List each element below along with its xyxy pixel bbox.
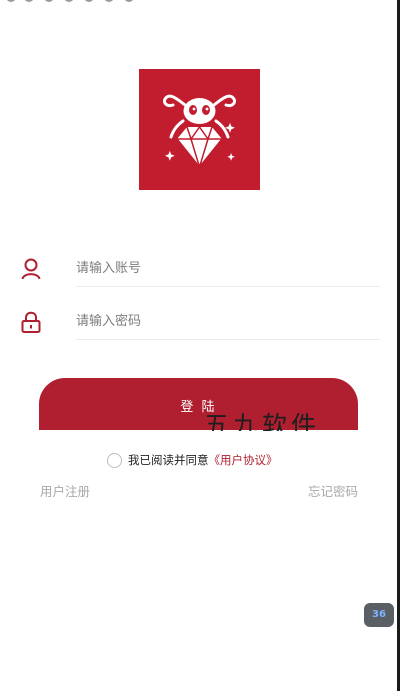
- status-icon: [84, 0, 94, 2]
- agreement-link[interactable]: 《用户协议》: [209, 452, 278, 468]
- status-icon: [24, 0, 34, 2]
- status-icon: [64, 0, 74, 2]
- status-bar: [0, 0, 400, 6]
- password-input[interactable]: [76, 304, 380, 340]
- status-icon: [124, 0, 134, 2]
- status-icon: [104, 0, 114, 2]
- account-field: [20, 251, 380, 287]
- agreement-row: 我已阅读并同意 《用户协议》: [107, 451, 278, 469]
- login-screen: 登 陆 五九软件 我已阅读并同意 《用户协议》 用户注册 忘记密码 36: [0, 0, 400, 691]
- agreement-checkbox[interactable]: [107, 452, 122, 468]
- ant-diamond-logo-icon: [163, 94, 236, 170]
- user-icon: [20, 257, 42, 281]
- account-input[interactable]: [76, 251, 380, 287]
- overlay-cut: [39, 430, 358, 438]
- floating-badge[interactable]: 36: [364, 603, 394, 627]
- watermark: 五九软件: [204, 411, 321, 431]
- status-icon: [44, 0, 54, 2]
- forgot-password-link[interactable]: 忘记密码: [308, 481, 358, 500]
- status-icon: [6, 0, 16, 2]
- app-logo: [139, 69, 260, 190]
- agreement-text: 我已阅读并同意: [128, 453, 209, 467]
- lock-icon: [20, 310, 42, 334]
- register-link[interactable]: 用户注册: [40, 481, 90, 500]
- password-field: [20, 304, 380, 340]
